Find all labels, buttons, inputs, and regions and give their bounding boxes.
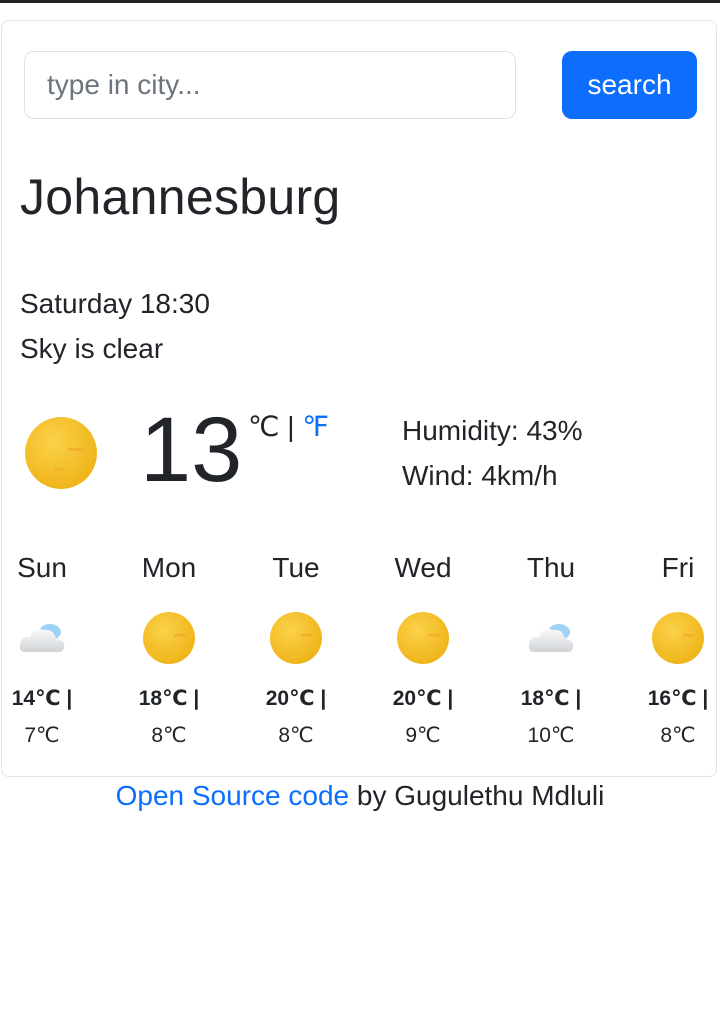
author-credit: by Gugulethu Mdluli (349, 780, 605, 811)
open-source-link[interactable]: Open Source code (116, 780, 350, 811)
humidity: Humidity: 43% (402, 415, 583, 446)
footer: Open Source code by Gugulethu Mdluli (0, 780, 720, 812)
unit-separator: | (279, 411, 303, 442)
forecast-day-name: Wed (394, 552, 452, 583)
weather-card (1, 20, 717, 777)
forecast-low: 8℃ (151, 724, 187, 747)
forecast-high: 20℃ | (392, 687, 454, 710)
forecast-high: 14℃ | (11, 687, 73, 710)
current-datetime: Saturday 18:30 (20, 288, 210, 319)
forecast-day-name: Fri (661, 552, 695, 583)
city-search-input[interactable] (24, 51, 516, 119)
celsius-unit: ℃ (248, 411, 280, 442)
forecast-day-name: Mon (141, 552, 197, 583)
forecast-low: 8℃ (660, 724, 696, 747)
forecast-high: 18℃ | (138, 687, 200, 710)
search-button[interactable]: search (562, 51, 697, 119)
forecast-low: 8℃ (278, 724, 314, 747)
forecast-day-name: Tue (272, 552, 320, 583)
forecast-high: 18℃ | (520, 687, 582, 710)
sun-icon (652, 612, 704, 664)
wind: Wind: 4km/h (402, 460, 558, 491)
forecast-day: Mon 18℃ | 8℃ (124, 552, 214, 748)
sun-icon (397, 612, 449, 664)
forecast-low: 7℃ (24, 724, 60, 747)
unit-toggle: ℃ | ℉ (248, 410, 329, 443)
current-temperature: 13 (140, 399, 243, 501)
forecast-day: Wed 20℃ | 9℃ (378, 552, 468, 748)
forecast-high: 20℃ | (265, 687, 327, 710)
forecast-day: Fri 16℃ | 8℃ (633, 552, 720, 748)
weather-description: Sky is clear (20, 333, 164, 364)
forecast-day: Tue 20℃ | 8℃ (251, 552, 341, 748)
sun-icon (25, 417, 97, 489)
forecast-day: Thu 18℃ | 10℃ (506, 552, 596, 748)
forecast-day-name: Sun (17, 552, 67, 583)
forecast-high: 16℃ | (647, 687, 709, 710)
forecast-day: Sun 14℃ | 7℃ (0, 552, 87, 748)
browser-top-bar (0, 0, 720, 3)
forecast-day-name: Thu (526, 552, 576, 583)
forecast-low: 10℃ (527, 724, 575, 747)
cloud-icon (528, 624, 574, 652)
city-name: Johannesburg (20, 169, 341, 225)
cloud-icon (19, 624, 65, 652)
forecast-low: 9℃ (405, 724, 441, 747)
sun-icon (270, 612, 322, 664)
sun-icon (143, 612, 195, 664)
fahrenheit-link[interactable]: ℉ (302, 411, 329, 442)
